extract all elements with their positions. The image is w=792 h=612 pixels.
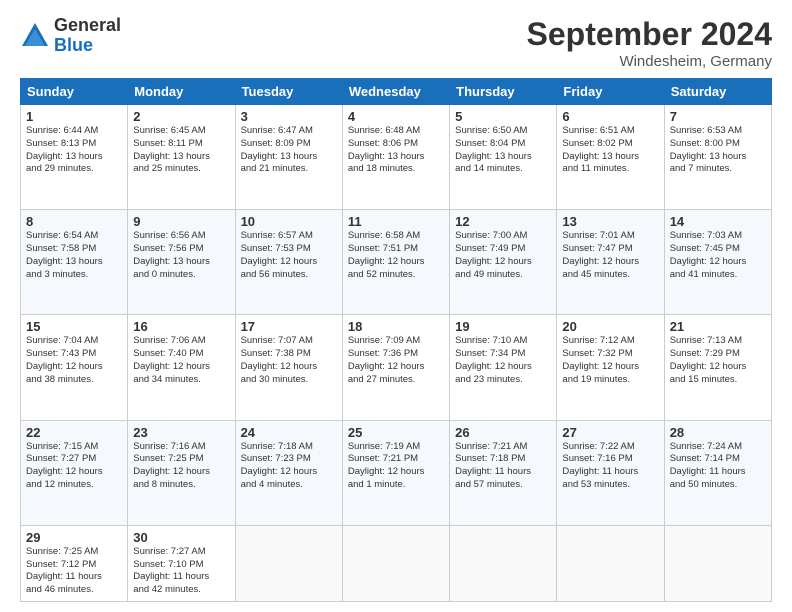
title-block: September 2024 Windesheim, Germany	[527, 16, 772, 70]
empty-cell-3	[450, 525, 557, 601]
day-13: 13 Sunrise: 7:01 AMSunset: 7:47 PMDaylig…	[557, 210, 664, 315]
day-25: 25 Sunrise: 7:19 AMSunset: 7:21 PMDaylig…	[342, 420, 449, 525]
day-24: 24 Sunrise: 7:18 AMSunset: 7:23 PMDaylig…	[235, 420, 342, 525]
day-17: 17 Sunrise: 7:07 AMSunset: 7:38 PMDaylig…	[235, 315, 342, 420]
col-wednesday: Wednesday	[342, 79, 449, 105]
week-row-4: 22 Sunrise: 7:15 AMSunset: 7:27 PMDaylig…	[21, 420, 772, 525]
header: General Blue September 2024 Windesheim, …	[20, 16, 772, 70]
day-27: 27 Sunrise: 7:22 AMSunset: 7:16 PMDaylig…	[557, 420, 664, 525]
day-1: 1 Sunrise: 6:44 AMSunset: 8:13 PMDayligh…	[21, 105, 128, 210]
col-tuesday: Tuesday	[235, 79, 342, 105]
empty-cell-4	[557, 525, 664, 601]
day-10: 10 Sunrise: 6:57 AMSunset: 7:53 PMDaylig…	[235, 210, 342, 315]
page: General Blue September 2024 Windesheim, …	[0, 0, 792, 612]
col-friday: Friday	[557, 79, 664, 105]
empty-cell-1	[235, 525, 342, 601]
day-6: 6 Sunrise: 6:51 AMSunset: 8:02 PMDayligh…	[557, 105, 664, 210]
subtitle: Windesheim, Germany	[527, 53, 772, 70]
logo-icon	[20, 21, 50, 51]
day-4: 4 Sunrise: 6:48 AMSunset: 8:06 PMDayligh…	[342, 105, 449, 210]
empty-cell-2	[342, 525, 449, 601]
day-18: 18 Sunrise: 7:09 AMSunset: 7:36 PMDaylig…	[342, 315, 449, 420]
day-29: 29 Sunrise: 7:25 AMSunset: 7:12 PMDaylig…	[21, 525, 128, 601]
day-30: 30 Sunrise: 7:27 AMSunset: 7:10 PMDaylig…	[128, 525, 235, 601]
week-row-3: 15 Sunrise: 7:04 AMSunset: 7:43 PMDaylig…	[21, 315, 772, 420]
col-saturday: Saturday	[664, 79, 771, 105]
day-7: 7 Sunrise: 6:53 AMSunset: 8:00 PMDayligh…	[664, 105, 771, 210]
day-19: 19 Sunrise: 7:10 AMSunset: 7:34 PMDaylig…	[450, 315, 557, 420]
day-28: 28 Sunrise: 7:24 AMSunset: 7:14 PMDaylig…	[664, 420, 771, 525]
calendar-table: Sunday Monday Tuesday Wednesday Thursday…	[20, 78, 772, 602]
day-5: 5 Sunrise: 6:50 AMSunset: 8:04 PMDayligh…	[450, 105, 557, 210]
col-thursday: Thursday	[450, 79, 557, 105]
week-row-5: 29 Sunrise: 7:25 AMSunset: 7:12 PMDaylig…	[21, 525, 772, 601]
col-sunday: Sunday	[21, 79, 128, 105]
logo-general-text: General	[54, 16, 121, 36]
day-14: 14 Sunrise: 7:03 AMSunset: 7:45 PMDaylig…	[664, 210, 771, 315]
day-12: 12 Sunrise: 7:00 AMSunset: 7:49 PMDaylig…	[450, 210, 557, 315]
day-23: 23 Sunrise: 7:16 AMSunset: 7:25 PMDaylig…	[128, 420, 235, 525]
day-3: 3 Sunrise: 6:47 AMSunset: 8:09 PMDayligh…	[235, 105, 342, 210]
day-16: 16 Sunrise: 7:06 AMSunset: 7:40 PMDaylig…	[128, 315, 235, 420]
header-row: Sunday Monday Tuesday Wednesday Thursday…	[21, 79, 772, 105]
day-15: 15 Sunrise: 7:04 AMSunset: 7:43 PMDaylig…	[21, 315, 128, 420]
month-title: September 2024	[527, 16, 772, 53]
day-2: 2 Sunrise: 6:45 AMSunset: 8:11 PMDayligh…	[128, 105, 235, 210]
day-11: 11 Sunrise: 6:58 AMSunset: 7:51 PMDaylig…	[342, 210, 449, 315]
day-21: 21 Sunrise: 7:13 AMSunset: 7:29 PMDaylig…	[664, 315, 771, 420]
col-monday: Monday	[128, 79, 235, 105]
day-8: 8 Sunrise: 6:54 AMSunset: 7:58 PMDayligh…	[21, 210, 128, 315]
empty-cell-5	[664, 525, 771, 601]
day-9: 9 Sunrise: 6:56 AMSunset: 7:56 PMDayligh…	[128, 210, 235, 315]
day-26: 26 Sunrise: 7:21 AMSunset: 7:18 PMDaylig…	[450, 420, 557, 525]
week-row-1: 1 Sunrise: 6:44 AMSunset: 8:13 PMDayligh…	[21, 105, 772, 210]
day-22: 22 Sunrise: 7:15 AMSunset: 7:27 PMDaylig…	[21, 420, 128, 525]
logo-text: General Blue	[54, 16, 121, 56]
day-20: 20 Sunrise: 7:12 AMSunset: 7:32 PMDaylig…	[557, 315, 664, 420]
week-row-2: 8 Sunrise: 6:54 AMSunset: 7:58 PMDayligh…	[21, 210, 772, 315]
logo-blue-text: Blue	[54, 36, 121, 56]
logo: General Blue	[20, 16, 121, 56]
